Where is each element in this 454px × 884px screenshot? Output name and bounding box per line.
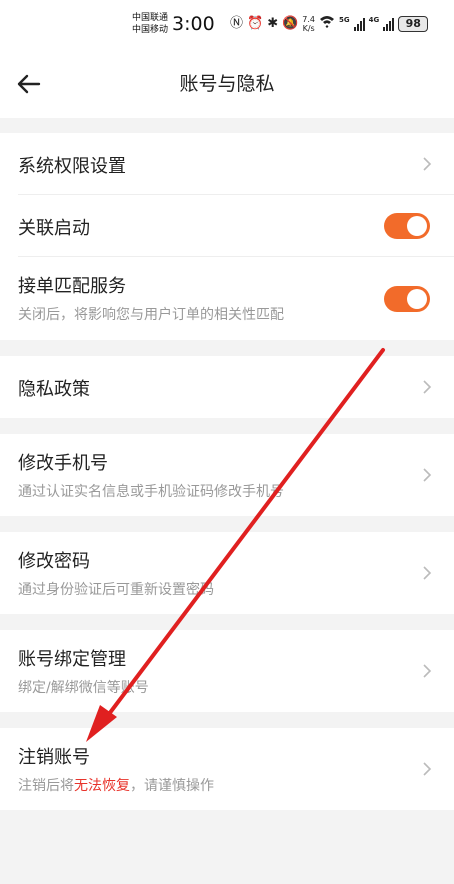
row-label: 修改手机号 [18,453,108,474]
chevron-right-icon [423,380,432,394]
page-title: 账号与隐私 [179,73,275,95]
row-account-binding[interactable]: 账号绑定管理 绑定/解绑微信等账号 [0,630,454,712]
chevron-right-icon [423,566,432,580]
toggle-knob [407,289,427,309]
network-type-2: 4G [368,16,380,24]
settings-group-privacy: 隐私政策 [0,356,454,418]
row-label: 关联启动 [18,218,90,239]
settings-group-permissions: 系统权限设置 关联启动 接单匹配服务 关闭后，将影响您与用户订单的相关性匹配 [0,133,454,340]
row-label: 隐私政策 [18,379,90,400]
row-label: 修改密码 [18,551,90,572]
speed-unit: K/s [302,24,315,33]
battery-indicator: 98 [398,16,429,32]
row-linked-start: 关联启动 [0,195,454,257]
settings-group-password: 修改密码 通过身份验证后可重新设置密码 [0,532,454,614]
status-time: 3:00 [172,13,215,35]
chevron-right-icon [423,157,432,171]
settings-group-phone: 修改手机号 通过认证实名信息或手机验证码修改手机号 [0,434,454,516]
row-description: 通过认证实名信息或手机验证码修改手机号 [18,484,284,500]
alarm-icon: ⏰ [247,16,264,31]
row-label: 账号绑定管理 [18,649,126,670]
mute-icon: 🔕 [282,16,299,31]
row-privacy-policy[interactable]: 隐私政策 [0,356,454,418]
network-speed: 7.4 K/s [302,15,315,33]
speed-value: 7.4 [302,15,316,24]
row-description: 绑定/解绑微信等账号 [18,680,149,696]
order-match-toggle[interactable] [384,286,430,312]
nfc-icon: Ⓝ [230,16,244,31]
row-description: 通过身份验证后可重新设置密码 [18,582,214,598]
row-label: 注销账号 [18,747,90,768]
settings-group-binding: 账号绑定管理 绑定/解绑微信等账号 [0,630,454,712]
nav-bar: 账号与隐私 [0,50,454,118]
row-cancel-account[interactable]: 注销账号 注销后将无法恢复，请谨慎操作 [0,728,454,810]
row-change-phone[interactable]: 修改手机号 通过认证实名信息或手机验证码修改手机号 [0,434,454,516]
row-order-match: 接单匹配服务 关闭后，将影响您与用户订单的相关性匹配 [0,257,454,340]
row-change-password[interactable]: 修改密码 通过身份验证后可重新设置密码 [0,532,454,614]
status-bar: 中国联通 中国移动 3:00 Ⓝ ⏰ ✱ 🔕 7.4 K/s 5G 4G 98 [0,0,454,50]
carrier-info: 中国联通 中国移动 [132,12,168,36]
signal-bars-2-icon [383,17,395,31]
toggle-knob [407,216,427,236]
row-system-permissions[interactable]: 系统权限设置 [0,133,454,195]
status-icons: Ⓝ ⏰ ✱ 🔕 7.4 K/s 5G 4G 98 [230,14,429,34]
chevron-right-icon [423,762,432,776]
wifi-icon [319,15,335,33]
row-description: 关闭后，将影响您与用户订单的相关性匹配 [18,307,284,323]
row-description: 注销后将无法恢复，请谨慎操作 [18,775,214,795]
settings-group-cancel: 注销账号 注销后将无法恢复，请谨慎操作 [0,728,454,810]
desc-suffix: ，请谨慎操作 [130,778,214,794]
row-label: 系统权限设置 [18,156,126,177]
chevron-right-icon [423,664,432,678]
network-type-1: 5G [339,16,350,24]
signal-bars-1-icon [353,17,365,31]
carrier-2: 中国移动 [132,25,169,35]
bluetooth-icon: ✱ [267,16,279,31]
desc-prefix: 注销后将 [18,778,74,794]
chevron-right-icon [423,468,432,482]
row-label: 接单匹配服务 [18,276,126,297]
linked-start-toggle[interactable] [384,213,430,239]
carrier-1: 中国联通 [132,13,169,23]
desc-warning: 无法恢复 [74,778,130,794]
